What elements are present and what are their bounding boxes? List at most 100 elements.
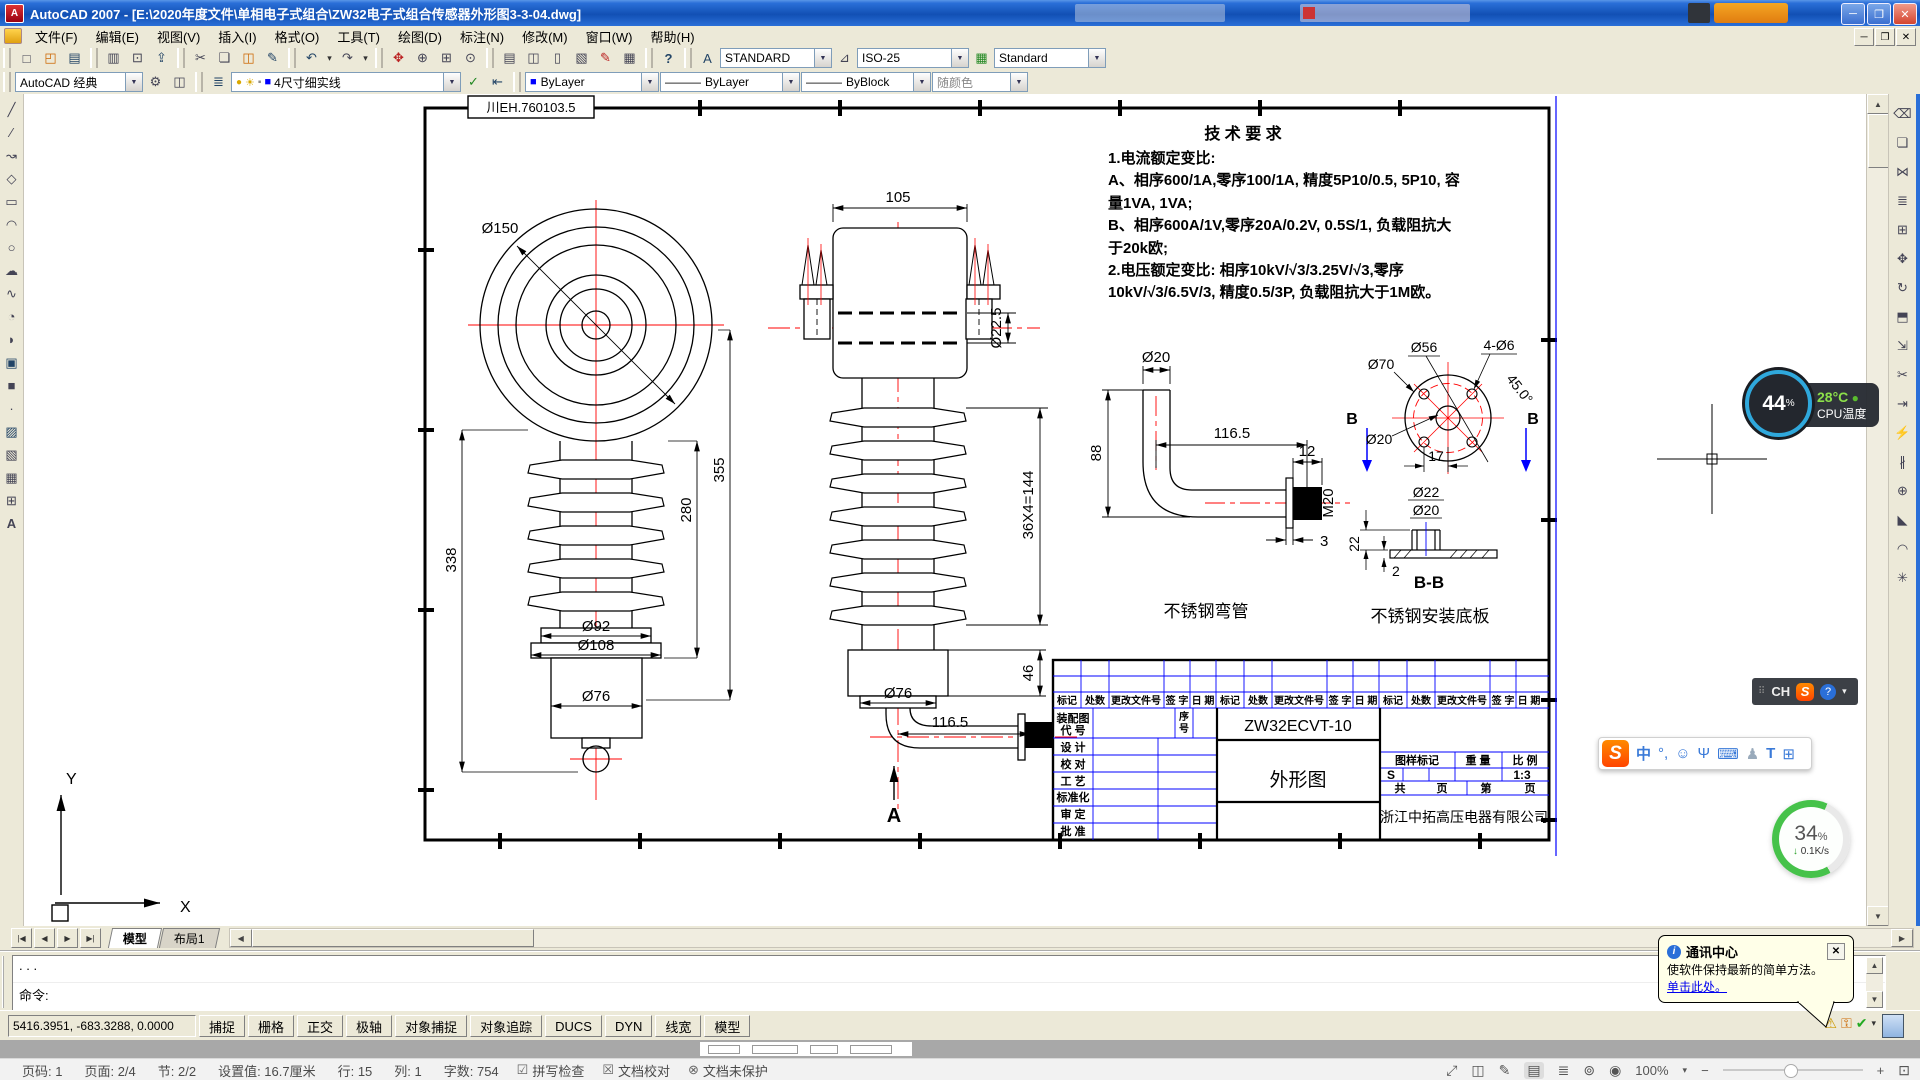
- quickcalc-button[interactable]: ▦: [618, 47, 641, 70]
- zoom-realtime-button[interactable]: ⊕: [411, 47, 434, 70]
- undo-dropdown[interactable]: ▾: [324, 53, 335, 64]
- tab-prev-button[interactable]: ◀: [34, 928, 55, 948]
- zoom-window-button[interactable]: ⊞: [435, 47, 458, 70]
- wps-spellcheck[interactable]: 拼写检查: [532, 1061, 584, 1080]
- command-scroll-down[interactable]: ▼: [1866, 991, 1883, 1008]
- cut-button[interactable]: ✂: [189, 47, 212, 70]
- tab-model[interactable]: 模型: [108, 928, 162, 948]
- menu-format[interactable]: 格式(O): [266, 26, 329, 46]
- restore-button[interactable]: ❐: [1867, 3, 1891, 25]
- zoom-in-button[interactable]: +: [1877, 1063, 1885, 1078]
- skin-account-icon[interactable]: ♟: [1746, 745, 1759, 763]
- drawing-canvas[interactable]: 川EH.760103.5: [24, 94, 1866, 926]
- skin-shirt-icon[interactable]: T: [1766, 745, 1775, 762]
- text-style-combo-arrow[interactable]: [814, 49, 831, 67]
- dim-style-combo-arrow[interactable]: [951, 49, 968, 67]
- lock-icon[interactable]: ⚿: [1841, 1015, 1852, 1032]
- overlay-tool-button[interactable]: [1688, 3, 1710, 23]
- match-properties-button[interactable]: ✎: [261, 47, 284, 70]
- ellipse-arc-button[interactable]: ◗: [0, 328, 23, 351]
- circle-button[interactable]: ○: [0, 236, 23, 259]
- write-view-icon[interactable]: ✎: [1499, 1062, 1511, 1079]
- zoom-out-button[interactable]: −: [1701, 1063, 1709, 1078]
- balloon-close-button[interactable]: ✕: [1827, 943, 1845, 960]
- join-button[interactable]: ⊕: [1891, 479, 1914, 502]
- break-at-point-button[interactable]: ⚡: [1891, 421, 1914, 444]
- scroll-down-arrow[interactable]: ▼: [1867, 906, 1889, 926]
- open-file-button[interactable]: ◰: [39, 47, 62, 70]
- layer-combo-arrow[interactable]: [443, 73, 460, 91]
- construction-line-button[interactable]: ∕: [0, 121, 23, 144]
- minimize-button[interactable]: ─: [1841, 3, 1865, 25]
- osnap-toggle[interactable]: 对象捕捉: [395, 1015, 467, 1037]
- overlay-record-button[interactable]: [1714, 3, 1788, 23]
- workspace-save-icon[interactable]: ◫: [168, 71, 191, 94]
- mirror-button[interactable]: ⋈: [1891, 160, 1914, 183]
- hatch-button[interactable]: ▨: [0, 420, 23, 443]
- explode-button[interactable]: ✳: [1891, 566, 1914, 589]
- update-check-icon[interactable]: ✔: [1856, 1015, 1868, 1032]
- page-view-icon[interactable]: ▤: [1524, 1062, 1543, 1079]
- outline-view-icon[interactable]: ≣: [1558, 1062, 1570, 1079]
- chinese-mode-icon[interactable]: 中: [1636, 743, 1651, 764]
- array-button[interactable]: ⊞: [1891, 218, 1914, 241]
- polyline-button[interactable]: ↝: [0, 144, 23, 167]
- rotate-button[interactable]: ↻: [1891, 276, 1914, 299]
- extend-button[interactable]: ⇥: [1891, 392, 1914, 415]
- read-view-icon[interactable]: ◫: [1471, 1062, 1484, 1079]
- stretch-button[interactable]: ⇲: [1891, 334, 1914, 357]
- line-button[interactable]: ╱: [0, 98, 23, 121]
- tab-first-button[interactable]: |◀: [11, 928, 32, 948]
- network-speed-widget[interactable]: 34% ↓ 0.1K/s: [1772, 800, 1850, 878]
- coordinate-readout[interactable]: 5416.3951, -683.3288, 0.0000: [8, 1015, 196, 1037]
- menu-file[interactable]: 文件(F): [26, 26, 87, 46]
- canvas-vertical-scrollbar[interactable]: ▲ ▼: [1866, 94, 1889, 926]
- sogou-logo-icon[interactable]: S: [1602, 740, 1629, 767]
- linetype-combo-arrow[interactable]: [782, 73, 799, 91]
- plot-preview-button[interactable]: ⊡: [126, 47, 149, 70]
- scroll-right-arrow[interactable]: ▶: [1891, 929, 1913, 947]
- menu-dimension[interactable]: 标注(N): [451, 26, 513, 46]
- dim-style-combo[interactable]: ISO-25: [857, 48, 969, 68]
- dyn-toggle[interactable]: DYN: [605, 1015, 652, 1037]
- new-file-button[interactable]: □: [15, 47, 38, 70]
- otrack-toggle[interactable]: 对象追踪: [470, 1015, 542, 1037]
- lineweight-combo-arrow[interactable]: [913, 73, 930, 91]
- punctuation-icon[interactable]: °,: [1658, 745, 1668, 762]
- zoom-level[interactable]: 100%: [1635, 1063, 1668, 1078]
- layer-previous-button[interactable]: ⇤: [486, 71, 509, 94]
- region-button[interactable]: ▦: [0, 466, 23, 489]
- workspace-combo-arrow[interactable]: [125, 73, 142, 91]
- gradient-button[interactable]: ▧: [0, 443, 23, 466]
- pan-button[interactable]: ✥: [387, 47, 410, 70]
- fillet-button[interactable]: ◠: [1891, 537, 1914, 560]
- menu-draw[interactable]: 绘图(D): [389, 26, 451, 46]
- paste-button[interactable]: ◫: [237, 47, 260, 70]
- table-button[interactable]: ⊞: [0, 489, 23, 512]
- soft-keyboard-icon[interactable]: ⌨: [1717, 745, 1739, 763]
- wps-proofread[interactable]: 文档校对: [618, 1061, 670, 1080]
- designcenter-button[interactable]: ◫: [522, 47, 545, 70]
- tab-last-button[interactable]: ▶|: [80, 928, 101, 948]
- doc-minimize-button[interactable]: ─: [1854, 28, 1874, 46]
- scale-button[interactable]: ⬒: [1891, 305, 1914, 328]
- toolbox-grid-icon[interactable]: ⊞: [1782, 745, 1795, 763]
- markup-set-manager-button[interactable]: ✎: [594, 47, 617, 70]
- make-block-button[interactable]: ■: [0, 374, 23, 397]
- grid-toggle[interactable]: 栅格: [248, 1015, 294, 1037]
- menu-modify[interactable]: 修改(M): [513, 26, 577, 46]
- menu-help[interactable]: 帮助(H): [642, 26, 704, 46]
- offset-button[interactable]: ≣: [1891, 189, 1914, 212]
- sogou-icon[interactable]: S: [1796, 683, 1814, 701]
- snap-toggle[interactable]: 捕捉: [199, 1015, 245, 1037]
- language-bar[interactable]: ⠿ CH S ? ▾: [1752, 678, 1858, 705]
- lineweight-toggle[interactable]: 线宽: [655, 1015, 701, 1037]
- workspace-combo[interactable]: AutoCAD 经典: [15, 72, 143, 92]
- color-combo-arrow[interactable]: [641, 73, 658, 91]
- layer-properties-manager-button[interactable]: ≣: [207, 71, 230, 94]
- zoom-slider-knob[interactable]: [1784, 1064, 1798, 1078]
- command-scroll-up[interactable]: ▲: [1866, 957, 1883, 974]
- sheet-set-manager-button[interactable]: ▧: [570, 47, 593, 70]
- zoom-dropdown-arrow[interactable]: ▾: [1683, 1065, 1688, 1076]
- tool-palettes-button[interactable]: ▯: [546, 47, 569, 70]
